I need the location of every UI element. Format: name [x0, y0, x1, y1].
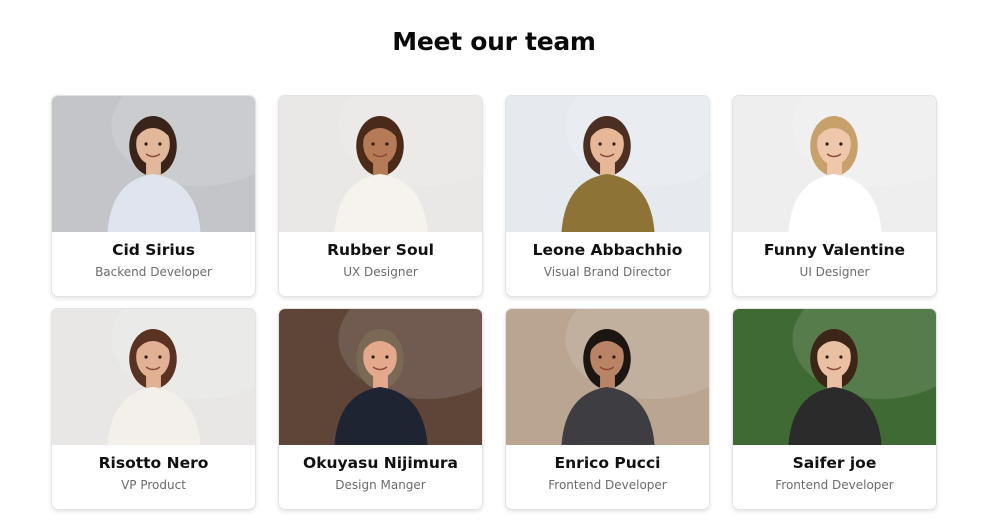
- team-card[interactable]: Saifer joe Frontend Developer: [732, 308, 937, 510]
- page-title: Meet our team: [392, 27, 596, 56]
- person-photo-icon: [279, 96, 482, 232]
- team-card[interactable]: Enrico Pucci Frontend Developer: [505, 308, 710, 510]
- team-card-info: Saifer joe Frontend Developer: [733, 445, 936, 509]
- team-card-info: Risotto Nero VP Product: [52, 445, 255, 509]
- team-card-info: Leone Abbachhio Visual Brand Director: [506, 232, 709, 296]
- member-role: Frontend Developer: [775, 478, 894, 492]
- member-name: Funny Valentine: [763, 241, 906, 259]
- team-card-info: Rubber Soul UX Designer: [279, 232, 482, 296]
- member-name: Enrico Pucci: [554, 454, 661, 472]
- person-photo-icon: [506, 309, 709, 445]
- member-role: Backend Developer: [95, 265, 212, 279]
- member-role: Visual Brand Director: [543, 265, 672, 279]
- member-role: UI Designer: [799, 265, 870, 279]
- member-role: UX Designer: [343, 265, 418, 279]
- team-card[interactable]: Rubber Soul UX Designer: [278, 95, 483, 297]
- member-name: Saifer joe: [792, 454, 877, 472]
- member-role: VP Product: [121, 478, 186, 492]
- team-card[interactable]: Leone Abbachhio Visual Brand Director: [505, 95, 710, 297]
- team-card[interactable]: Risotto Nero VP Product: [51, 308, 256, 510]
- person-photo-icon: [52, 96, 255, 232]
- team-card-info: Cid Sirius Backend Developer: [52, 232, 255, 296]
- team-card-info: Funny Valentine UI Designer: [733, 232, 936, 296]
- team-card-info: Enrico Pucci Frontend Developer: [506, 445, 709, 509]
- team-card[interactable]: Cid Sirius Backend Developer: [51, 95, 256, 297]
- person-photo-icon: [506, 96, 709, 232]
- member-name: Rubber Soul: [327, 241, 434, 259]
- person-photo-icon: [733, 309, 936, 445]
- person-photo-icon: [279, 309, 482, 445]
- team-card-info: Okuyasu Nijimura Design Manger: [279, 445, 482, 509]
- member-role: Design Manger: [335, 478, 426, 492]
- person-photo-icon: [733, 96, 936, 232]
- team-page: Meet our team Cid Sirius Backend Develop…: [0, 0, 982, 530]
- member-name: Cid Sirius: [112, 241, 195, 259]
- member-name: Leone Abbachhio: [532, 241, 683, 259]
- team-card[interactable]: Funny Valentine UI Designer: [732, 95, 937, 297]
- member-name: Okuyasu Nijimura: [303, 454, 458, 472]
- member-name: Risotto Nero: [98, 454, 209, 472]
- team-card[interactable]: Okuyasu Nijimura Design Manger: [278, 308, 483, 510]
- member-role: Frontend Developer: [548, 478, 667, 492]
- person-photo-icon: [52, 309, 255, 445]
